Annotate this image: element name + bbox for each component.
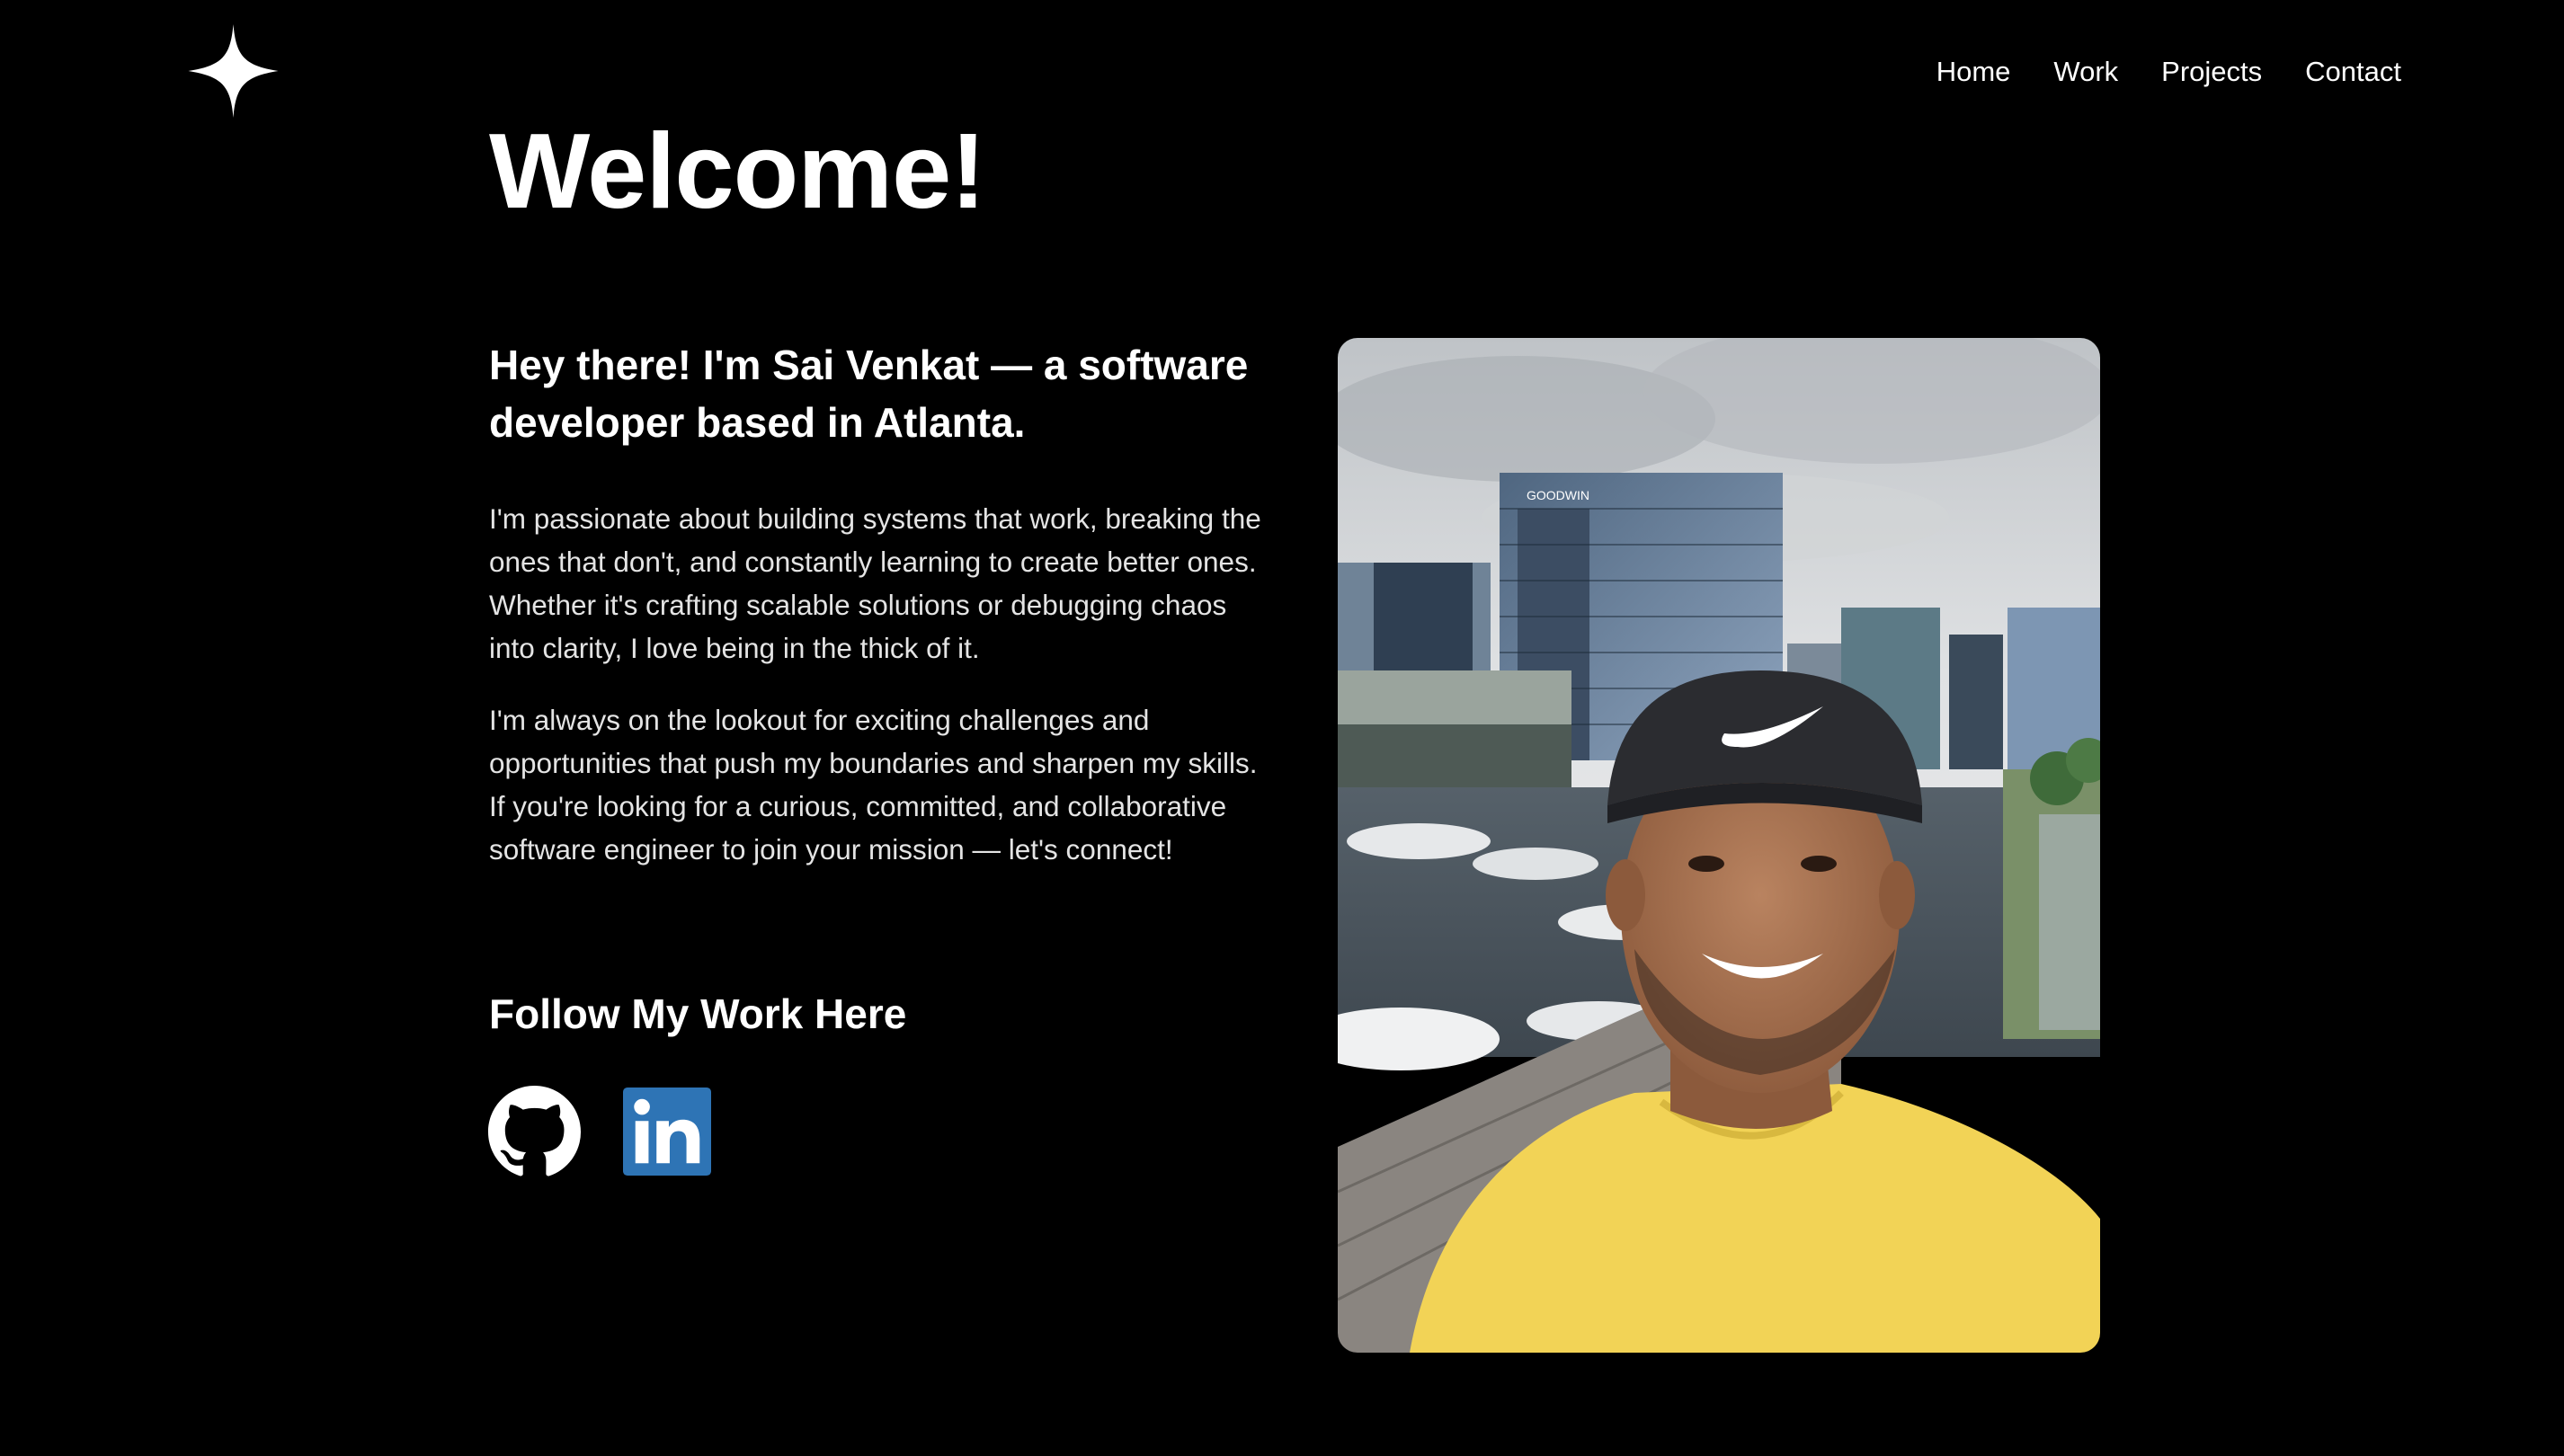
nav-work-link[interactable]: Work — [2053, 50, 2118, 93]
intro-heading: Hey there! I'm Sai Venkat — a software d… — [489, 342, 1249, 446]
follow-heading: Follow My Work Here — [489, 990, 907, 1037]
page-title: Welcome! — [489, 111, 986, 231]
profile-photo: GOODWIN — [1338, 338, 2100, 1353]
linkedin-link[interactable] — [623, 1088, 711, 1176]
sparkle-icon — [188, 24, 279, 118]
sparkle-logo-icon[interactable] — [188, 24, 279, 118]
github-icon — [488, 1086, 581, 1176]
nav-home-link[interactable]: Home — [1936, 50, 2011, 93]
linkedin-icon — [623, 1088, 711, 1176]
nav-projects-link[interactable]: Projects — [2161, 50, 2262, 93]
profile-photo-image: GOODWIN — [1338, 338, 2100, 1353]
about-paragraph-2: I'm always on the lookout for exciting c… — [489, 704, 1258, 866]
building-sign: GOODWIN — [1527, 488, 1589, 502]
top-nav: Home Work Projects Contact — [1936, 50, 2401, 93]
nav-contact-link[interactable]: Contact — [2305, 50, 2401, 93]
github-link[interactable] — [488, 1086, 581, 1178]
about-paragraph-1: I'm passionate about building systems th… — [489, 502, 1261, 664]
